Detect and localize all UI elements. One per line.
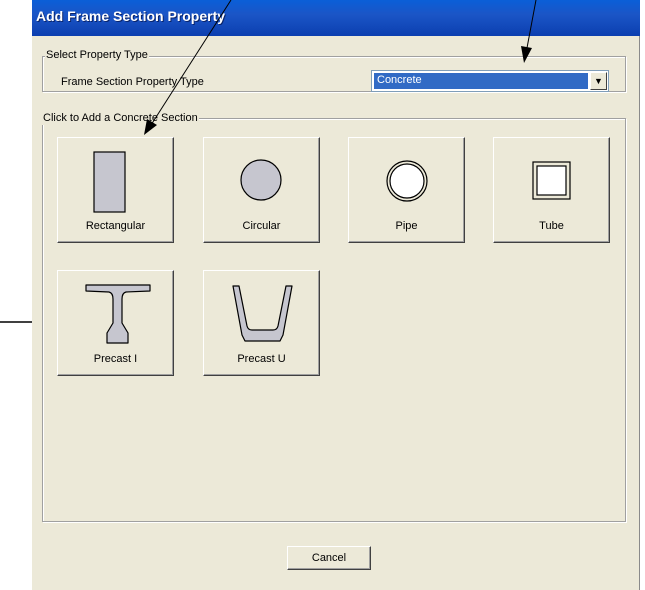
annotation-arrowhead-1 <box>144 119 157 135</box>
annotation-arrow-line-2 <box>526 0 537 49</box>
annotation-arrowhead-2 <box>521 46 532 63</box>
annotation-arrow-line-1 <box>150 0 232 126</box>
annotation-arrows <box>144 0 537 135</box>
